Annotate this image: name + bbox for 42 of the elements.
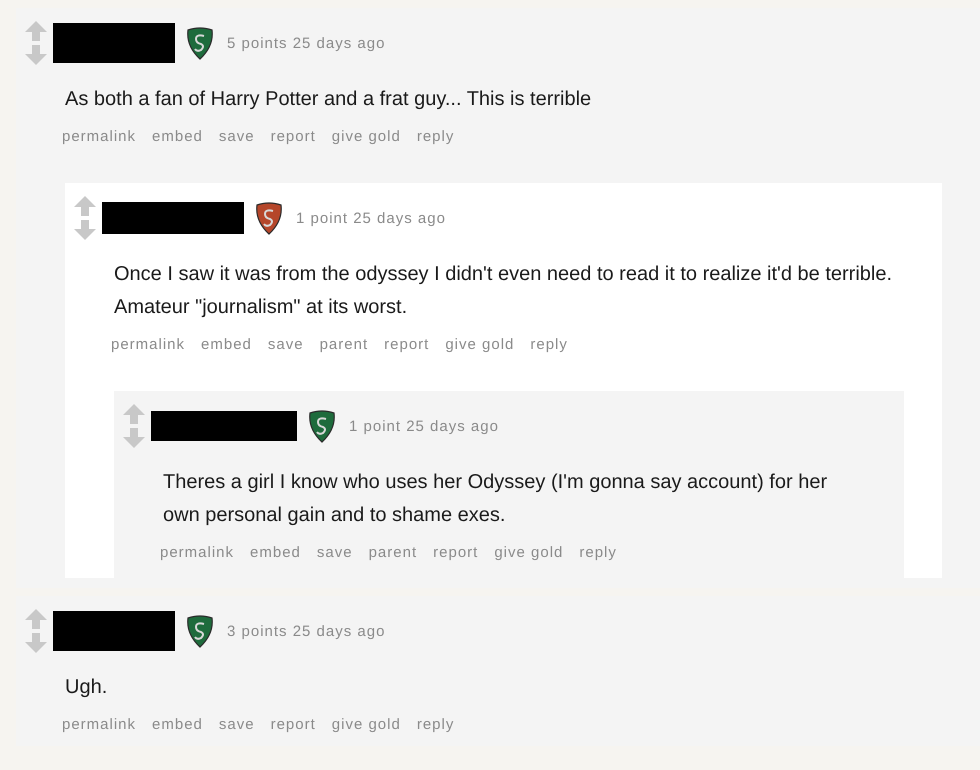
comment-action-link[interactable]: embed xyxy=(250,542,301,564)
comment-action-link[interactable]: embed xyxy=(201,334,252,356)
comment-action-link[interactable]: report xyxy=(270,126,316,148)
comment-action-link[interactable]: reply xyxy=(579,542,617,564)
downvote-icon[interactable] xyxy=(122,427,146,449)
upvote-icon[interactable] xyxy=(24,608,48,630)
comment-action-link[interactable]: reply xyxy=(416,126,454,148)
comment-action-link[interactable]: permalink xyxy=(62,126,136,148)
upvote-icon[interactable] xyxy=(122,403,146,425)
comment-action-link[interactable]: parent xyxy=(368,542,418,564)
comment-meta: 1 point 25 days ago xyxy=(349,418,499,434)
comment-action-link[interactable]: report xyxy=(270,714,316,736)
upvote-icon[interactable] xyxy=(73,195,97,217)
comment-action-link[interactable]: reply xyxy=(416,714,454,736)
comment-text: Theres a girl I know who uses her Odyssey (I'm gonna say account) for her own personal gain and to shame exes. xyxy=(163,470,828,528)
comment-text: Once I saw it was from the odyssey I didn't even need to read it to realize it'd be terrible. Amateur "journalism" at its worst. xyxy=(114,262,894,320)
comment-meta: 3 points 25 days ago xyxy=(227,622,386,640)
comment-action-link[interactable]: report xyxy=(384,334,430,356)
comment-action-link[interactable]: embed xyxy=(152,126,203,148)
comment-action-link[interactable]: permalink xyxy=(160,542,234,564)
comment-action-link[interactable]: save xyxy=(218,714,255,736)
comment-action-link[interactable]: reply xyxy=(530,334,568,356)
comment-action-link[interactable]: report xyxy=(433,542,478,564)
downvote-icon[interactable] xyxy=(24,44,48,66)
comment-action-link[interactable]: give gold xyxy=(332,126,401,148)
comment-action-link[interactable]: give gold xyxy=(494,542,564,564)
comment-action-link[interactable]: give gold xyxy=(332,714,401,736)
comment-action-link[interactable]: save xyxy=(218,126,255,148)
downvote-icon[interactable] xyxy=(24,632,48,654)
comment-action-link[interactable]: embed xyxy=(152,714,203,736)
comment-meta: 1 point 25 days ago xyxy=(296,210,446,226)
comment-action-link[interactable]: save xyxy=(316,542,353,564)
comment-action-link[interactable]: save xyxy=(268,334,304,356)
upvote-icon[interactable] xyxy=(24,20,48,42)
comment-meta: 5 points 25 days ago xyxy=(227,34,386,52)
comment-action-link[interactable]: parent xyxy=(320,334,368,356)
comment-action-link[interactable]: permalink xyxy=(62,714,136,736)
comment-text: Ugh. xyxy=(65,675,108,700)
comment-action-link[interactable]: give gold xyxy=(445,334,514,356)
downvote-icon[interactable] xyxy=(73,219,97,241)
comment-text: As both a fan of Harry Potter and a frat guy... This is terrible xyxy=(65,87,592,112)
comment-action-link[interactable]: permalink xyxy=(111,334,186,356)
